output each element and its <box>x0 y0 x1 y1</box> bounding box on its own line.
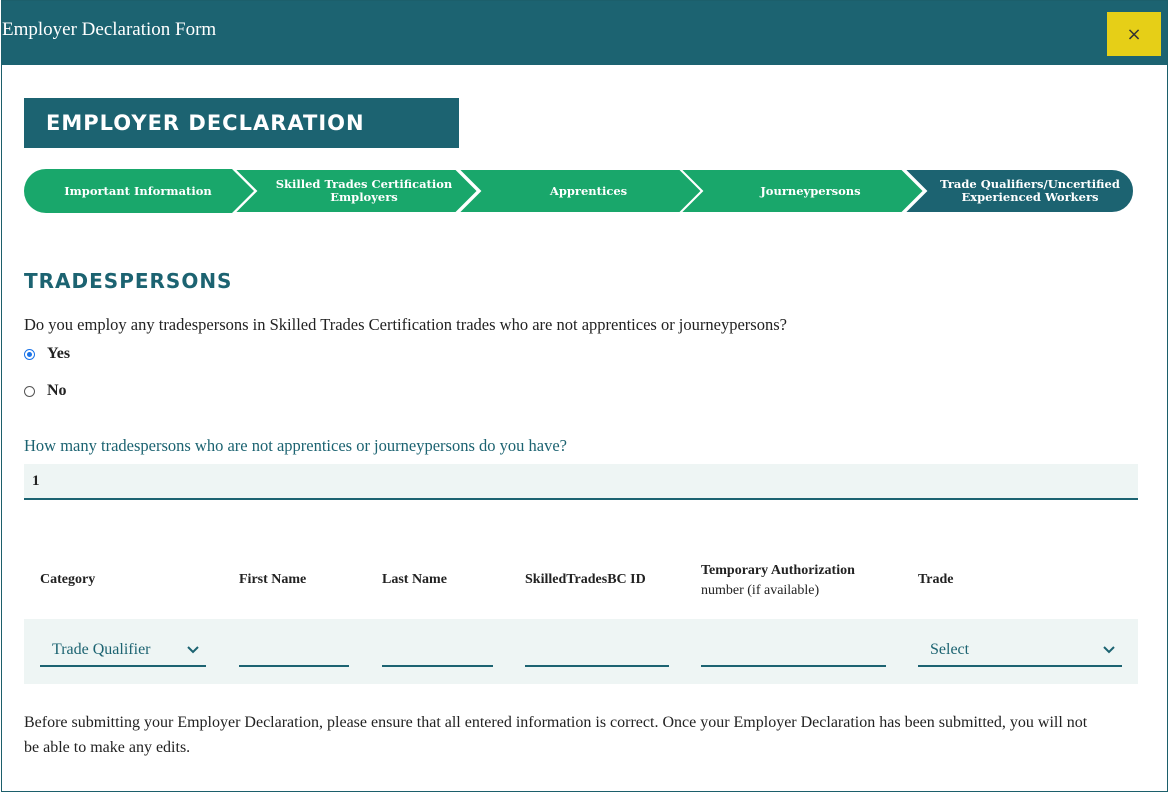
header-first-name: First Name <box>239 572 307 587</box>
chevron-down-icon <box>186 643 200 662</box>
submission-notice: Before submitting your Employer Declarat… <box>24 714 1088 756</box>
chevron-down-icon <box>1102 643 1116 662</box>
temp-authorization-input[interactable] <box>701 637 886 667</box>
employer-declaration-dialog: Employer Declaration Form × EMPLOYER DEC… <box>1 0 1168 792</box>
radio-yes[interactable]: Yes <box>24 345 70 363</box>
section-title: TRADESPERSONS <box>24 269 233 293</box>
radio-button-checked[interactable] <box>24 348 35 360</box>
step-journeypersons[interactable]: Journeypersons <box>680 169 925 213</box>
header-last-name: Last Name <box>382 572 447 587</box>
first-name-input[interactable] <box>239 637 349 667</box>
progress-stepper: Important Information Skilled Trades Cer… <box>24 169 1134 213</box>
step-important-information[interactable]: Important Information <box>24 169 254 213</box>
step-apprentices[interactable]: Apprentices <box>458 169 703 213</box>
dialog-title: Employer Declaration Form <box>2 19 217 40</box>
category-select-value: Trade Qualifier <box>52 641 151 658</box>
count-question: How many tradespersons who are not appre… <box>24 436 567 455</box>
last-name-input[interactable] <box>382 637 493 667</box>
radio-yes-label: Yes <box>47 345 71 362</box>
radio-button[interactable] <box>24 385 35 397</box>
header-trade: Trade <box>918 572 954 587</box>
step-trade-qualifiers[interactable]: Trade Qualifiers/Uncertified Experienced… <box>904 169 1134 213</box>
step-skilled-trades-certification-employers[interactable]: Skilled Trades Certification Employers <box>234 169 479 213</box>
header-temp-authorization-line2: number (if available) <box>701 583 820 598</box>
step-label: Apprentices <box>549 183 628 198</box>
trade-select-value: Select <box>930 641 970 658</box>
category-select[interactable]: Trade Qualifier <box>40 637 206 667</box>
step-label: Skilled Trades Certification Employers <box>275 177 453 204</box>
header-skilledtradesbc-id: SkilledTradesBC ID <box>525 572 646 587</box>
close-icon: × <box>1126 23 1142 45</box>
step-label: Important Information <box>64 183 212 198</box>
skilledtradesbc-id-input[interactable] <box>525 637 669 667</box>
step-label: Trade Qualifiers/Uncertified Experienced… <box>940 177 1120 204</box>
page-heading: EMPLOYER DECLARATION <box>24 98 459 148</box>
dialog-titlebar: Employer Declaration Form × <box>2 1 1167 65</box>
tradespersons-count-input[interactable]: 1 <box>24 464 1138 500</box>
radio-no[interactable]: No <box>24 382 67 400</box>
header-temp-authorization-line1: Temporary Authorization <box>701 563 855 578</box>
radio-no-label: No <box>47 382 67 399</box>
trade-select[interactable]: Select <box>918 637 1122 667</box>
employ-question: Do you employ any tradespersons in Skill… <box>24 315 787 334</box>
header-category: Category <box>40 572 96 587</box>
step-label: Journeypersons <box>760 183 861 198</box>
close-button[interactable]: × <box>1107 12 1161 56</box>
header-temp-authorization: Temporary Authorization number (if avail… <box>701 561 855 601</box>
